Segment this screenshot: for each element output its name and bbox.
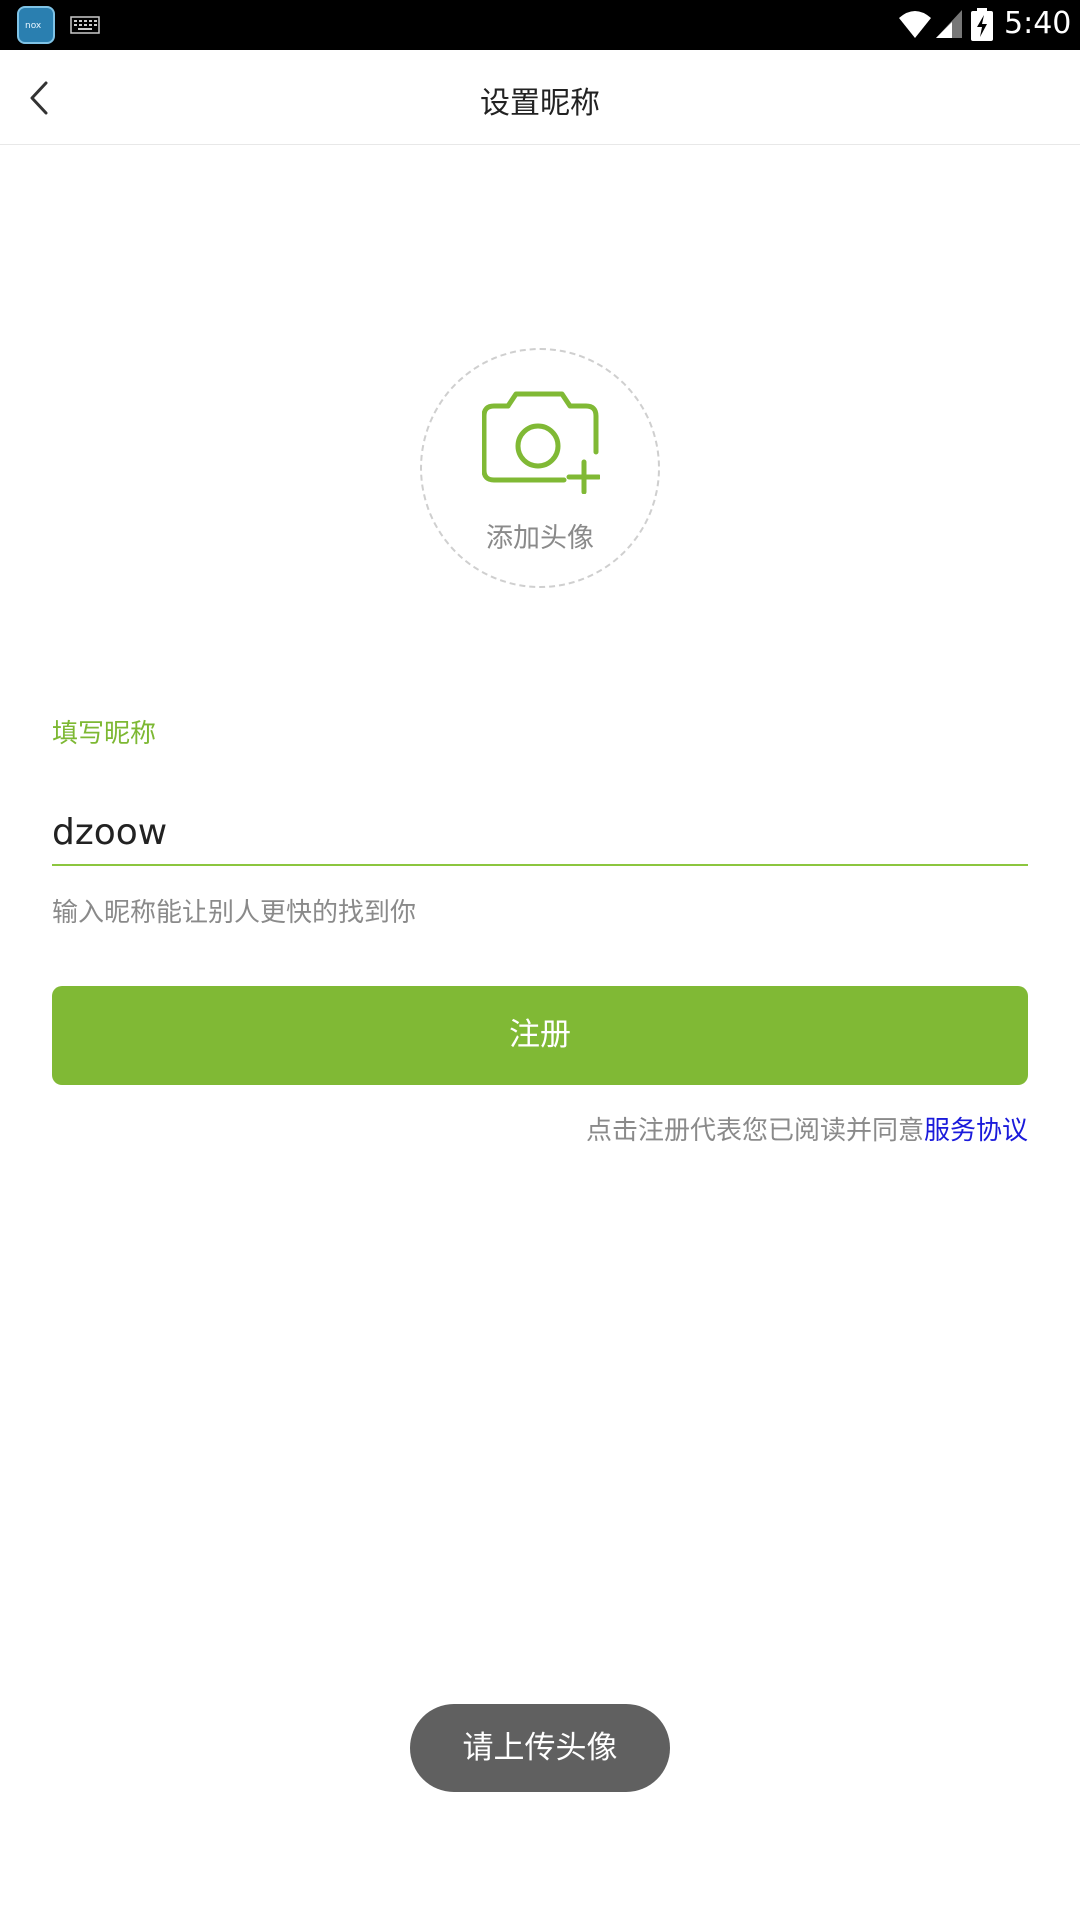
nickname-label: 填写昵称 [52,719,157,749]
toast-message: 请上传头像 [410,1704,670,1792]
service-agreement-link[interactable]: 服务协议 [924,1116,1028,1146]
nickname-hint: 输入昵称能让别人更快的找到你 [52,898,417,928]
agreement-prefix: 点击注册代表您已阅读并同意 [585,1116,924,1146]
page-title: 设置昵称 [480,86,600,121]
agreement-text: 点击注册代表您已阅读并同意服务协议 [586,1110,1028,1147]
signal-icon [936,10,962,38]
camera-plus-icon [482,391,600,494]
keyboard-icon [70,16,100,34]
battery-charging-icon [971,8,993,41]
app-icon-text: nox [25,21,42,31]
nox-app-icon: nox [17,6,55,44]
nickname-input[interactable] [52,800,1028,866]
wifi-icon [899,11,931,38]
register-button[interactable]: 注册 [52,986,1028,1085]
status-time: 5:40 [1004,6,1072,41]
status-bar: nox 5:40 [0,0,1080,50]
nav-bar: 设置昵称 [0,50,1080,145]
add-avatar-label: 添加头像 [486,523,594,554]
